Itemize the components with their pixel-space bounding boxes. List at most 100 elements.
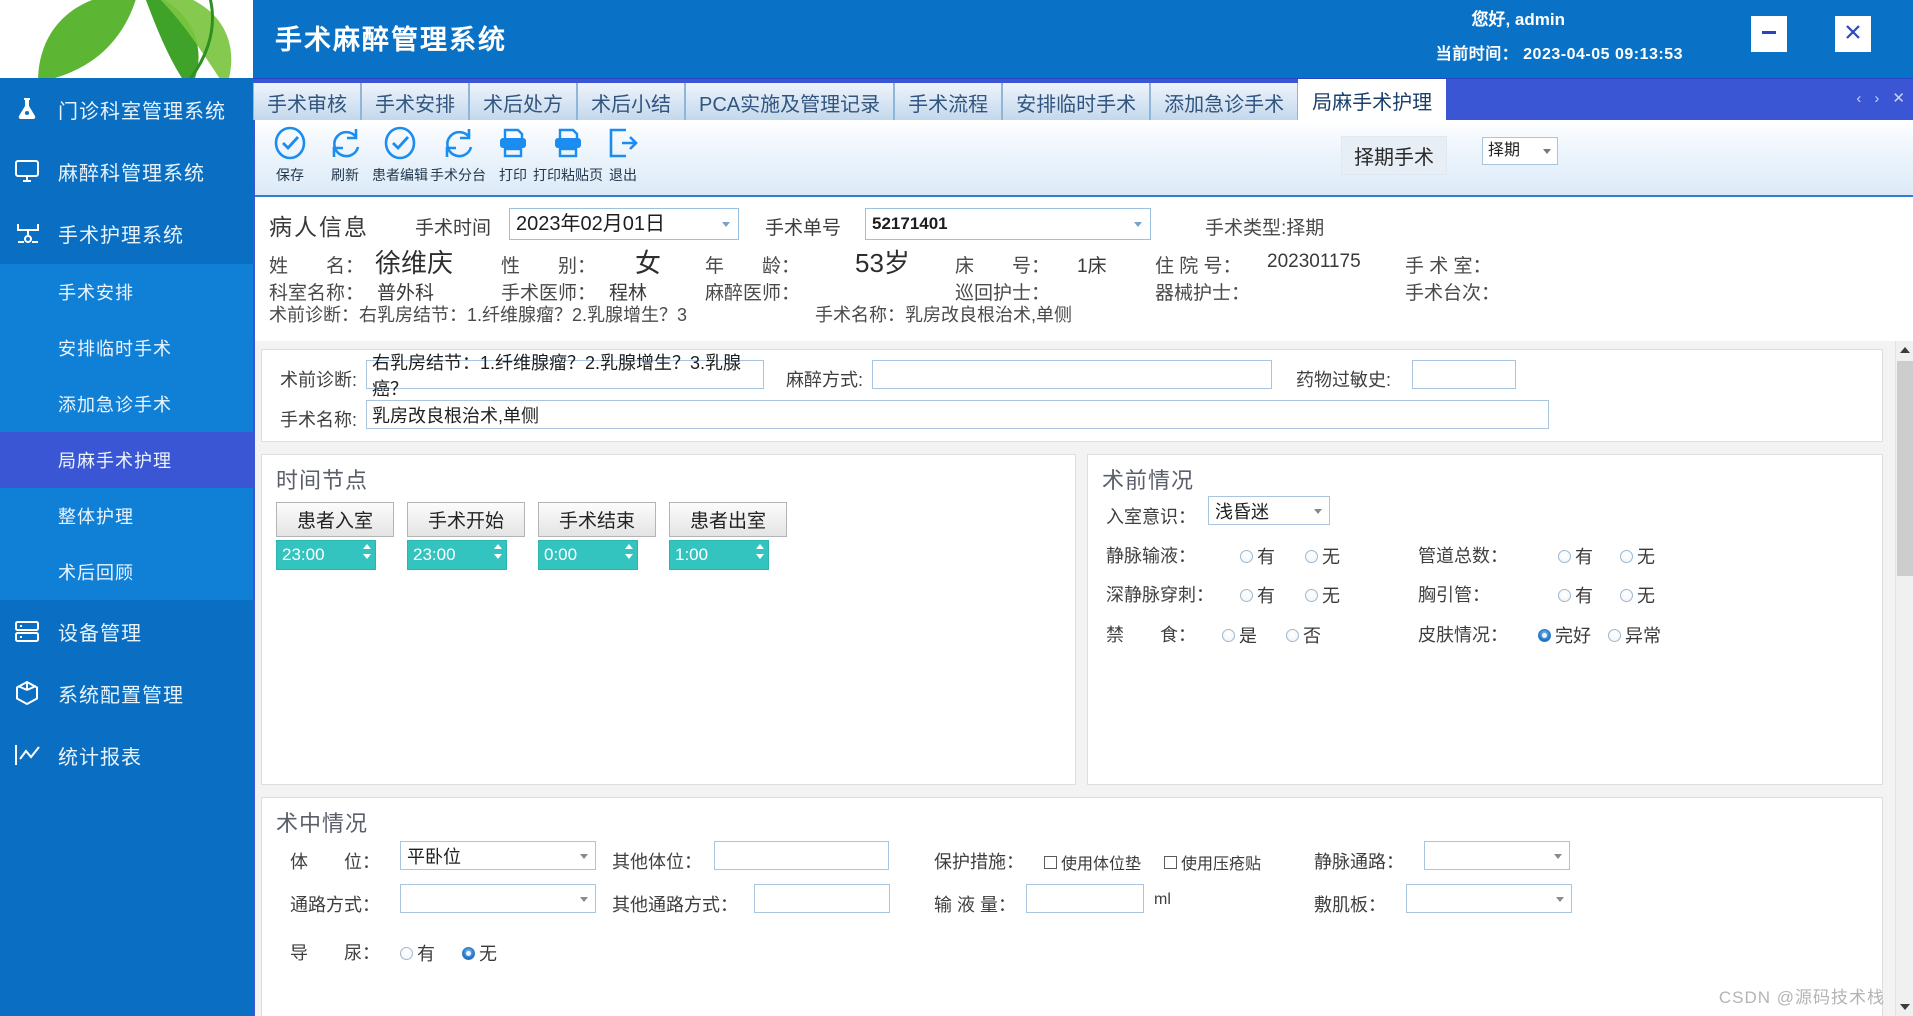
radio-label: 无 (479, 944, 497, 964)
sidebar-item-holistic-nursing[interactable]: 整体护理 (0, 488, 253, 544)
exit-button[interactable]: 退出 (597, 122, 649, 185)
vertical-scrollbar[interactable] (1895, 341, 1913, 1016)
tab-local-anesthesia-nursing[interactable]: 局麻手术护理 (1298, 79, 1447, 121)
spinner-arrows[interactable] (625, 544, 633, 559)
sidebar-item-temp-surgery[interactable]: 安排临时手术 (0, 320, 253, 376)
minimize-button[interactable] (1751, 16, 1787, 52)
other-position-input[interactable] (714, 841, 889, 870)
refresh-button[interactable]: 刷新 (319, 122, 371, 185)
field-value-gender: 女 (635, 248, 662, 278)
sidebar-item-label: 术后回顾 (58, 563, 134, 583)
patient-in-room-button[interactable]: 患者入室 (276, 502, 394, 537)
tab-surgery-schedule[interactable]: 手术安排 (361, 83, 469, 121)
access-select[interactable] (400, 884, 596, 913)
print-button[interactable]: 打印 (487, 122, 539, 185)
surgery-end-time[interactable]: 0:00 (538, 540, 638, 570)
nodes-icon (14, 219, 50, 247)
tab-postop-summary[interactable]: 术后小结 (577, 83, 685, 121)
spinner-arrows[interactable] (756, 544, 764, 559)
tube-count-yes[interactable]: 有 (1558, 543, 1593, 569)
sidebar-item-surgical-nursing[interactable]: 手术护理系统 (0, 202, 253, 264)
deep-vein-puncture-yes[interactable]: 有 (1240, 582, 1275, 608)
radio-label: 无 (1637, 586, 1655, 606)
patient-edit-button[interactable]: 患者编辑 (371, 122, 429, 185)
save-button[interactable]: 保存 (261, 122, 319, 185)
infusion-volume-input[interactable] (1026, 884, 1144, 913)
scroll-down-icon[interactable] (1896, 998, 1913, 1016)
op-name-input[interactable]: 乳房改良根治术,单侧 (366, 400, 1549, 429)
close-button[interactable] (1835, 16, 1871, 52)
tab-postop-prescription[interactable]: 术后处方 (469, 83, 577, 121)
skin-status-abnormal[interactable]: 异常 (1608, 622, 1661, 648)
scrollbar-thumb[interactable] (1897, 361, 1913, 576)
sidebar-item-anesthesia[interactable]: 麻醉科管理系统 (0, 140, 253, 202)
position-select[interactable]: 平卧位 (400, 841, 596, 870)
sidebar-item-label: 局麻手术护理 (58, 451, 172, 471)
tab-temp-surgery[interactable]: 安排临时手术 (1002, 83, 1151, 121)
patient-in-room-time[interactable]: 23:00 (276, 540, 376, 570)
use-pressure-sore-sticker-checkbox[interactable]: 使用压疮贴 (1164, 850, 1261, 874)
sidebar-item-device-management[interactable]: 设备管理 (0, 600, 253, 662)
toolbar-button-label: 刷新 (331, 167, 359, 183)
fasting-no[interactable]: 否 (1286, 622, 1321, 648)
band-op-name-text: 手术名称：乳房改良根治术,单侧 (815, 305, 1072, 325)
tab-next-icon[interactable]: › (1874, 90, 1879, 107)
use-position-pad-checkbox[interactable]: 使用体位垫 (1044, 850, 1141, 874)
form-content: 术前诊断: 右乳房结节：1.纤维腺瘤？2.乳腺增生？3.乳腺癌？ 麻醉方式: 药… (255, 341, 1895, 1016)
radio-dot (1222, 628, 1235, 642)
radio-dot (400, 946, 413, 960)
patient-out-room-button[interactable]: 患者出室 (669, 502, 787, 537)
surgery-start-button[interactable]: 手术开始 (407, 502, 525, 537)
preop-diag-value: 右乳房结节：1.纤维腺瘤？2.乳腺增生？3.乳腺癌？ (372, 352, 742, 399)
sidebar-item-outpatient[interactable]: 门诊科室管理系统 (0, 78, 253, 140)
spinner-arrows[interactable] (494, 544, 502, 559)
allergy-input[interactable] (1412, 360, 1516, 389)
fasting-yes[interactable]: 是 (1222, 622, 1257, 648)
catheter-no[interactable]: 无 (462, 940, 497, 966)
consciousness-label: 入室意识： (1106, 507, 1196, 527)
iv-infusion-no[interactable]: 无 (1305, 543, 1340, 569)
print-label-button[interactable]: 打印粘贴页 (533, 122, 603, 185)
surgery-split-button[interactable]: 手术分台 (429, 122, 487, 185)
skin-status-intact[interactable]: 完好 (1538, 622, 1591, 648)
tube-count-label: 管道总数： (1418, 546, 1508, 566)
chest-tube-yes[interactable]: 有 (1558, 582, 1593, 608)
preop-diag-input[interactable]: 右乳房结节：1.纤维腺瘤？2.乳腺增生？3.乳腺癌？ (366, 353, 764, 399)
vein-access-select[interactable] (1424, 841, 1570, 870)
anes-method-input[interactable] (872, 360, 1272, 389)
tab-surgery-review[interactable]: 手术审核 (253, 83, 361, 121)
elective-type-select[interactable]: 择期 (1482, 137, 1558, 165)
checkbox-box (1164, 855, 1177, 869)
scroll-up-icon[interactable] (1896, 341, 1913, 359)
catheter-yes[interactable]: 有 (400, 940, 435, 966)
tab-prev-icon[interactable]: ‹ (1856, 90, 1861, 107)
tab-close-icon[interactable]: ✕ (1892, 89, 1905, 107)
iv-infusion-yes[interactable]: 有 (1240, 543, 1275, 569)
sidebar-item-local-anesthesia-nursing[interactable]: 局麻手术护理 (0, 432, 253, 488)
muscle-plate-select[interactable] (1406, 884, 1572, 913)
patient-out-room-time[interactable]: 1:00 (669, 540, 769, 570)
tab-pca-record[interactable]: PCA实施及管理记录 (685, 83, 895, 121)
sidebar-item-system-config[interactable]: 系统配置管理 (0, 662, 253, 724)
surgery-start-time[interactable]: 23:00 (407, 540, 507, 570)
sidebar-item-surgery-schedule[interactable]: 手术安排 (0, 264, 253, 320)
spinner-arrows[interactable] (363, 544, 371, 559)
sidebar-item-postop-review[interactable]: 术后回顾 (0, 544, 253, 600)
sidebar-item-statistics[interactable]: 统计报表 (0, 724, 253, 786)
anes-method-label: 麻醉方式: (786, 370, 864, 390)
tab-emergency-surgery[interactable]: 添加急诊手术 (1150, 83, 1299, 121)
chest-tube-no[interactable]: 无 (1620, 582, 1655, 608)
tube-count-no[interactable]: 无 (1620, 543, 1655, 569)
radio-dot (1558, 549, 1571, 563)
op-time-select[interactable]: 2023年02月01日 (509, 208, 739, 240)
leaf-logo-icon (30, 0, 253, 78)
chevron-down-icon (1554, 853, 1562, 859)
sidebar-item-emergency-surgery[interactable]: 添加急诊手术 (0, 376, 253, 432)
order-no-select[interactable]: 52171401 (865, 208, 1151, 240)
radio-label: 无 (1322, 586, 1340, 606)
surgery-end-button[interactable]: 手术结束 (538, 502, 656, 537)
other-access-input[interactable] (754, 884, 890, 913)
deep-vein-puncture-no[interactable]: 无 (1305, 582, 1340, 608)
consciousness-select[interactable]: 浅昏迷 (1208, 496, 1330, 525)
tab-surgery-flow[interactable]: 手术流程 (894, 83, 1003, 121)
